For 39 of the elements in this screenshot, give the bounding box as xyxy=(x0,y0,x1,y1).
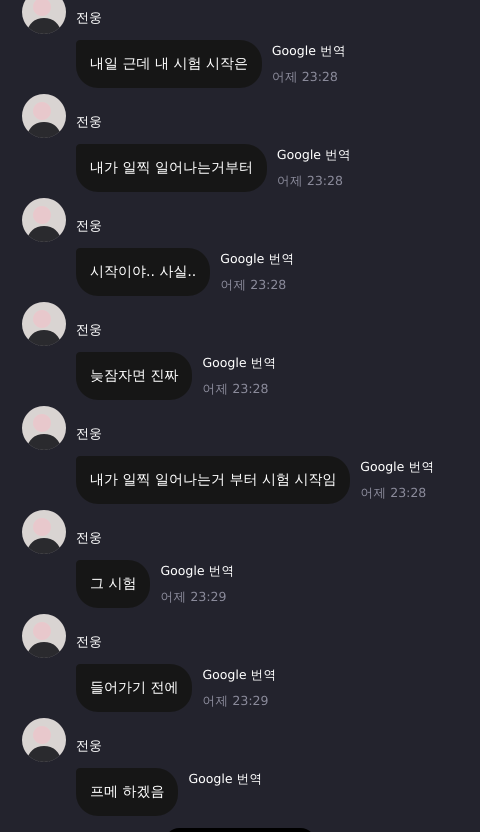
translate-link[interactable]: Google 번역 xyxy=(272,43,346,60)
message-time: 어제 23:28 xyxy=(276,173,344,190)
message-time: 어제 23:28 xyxy=(202,381,270,398)
sender-name: 전웅 xyxy=(76,530,102,547)
sender-name: 전웅 xyxy=(76,218,102,235)
message-bubble[interactable]: 내가 일찍 일어나는거부터 xyxy=(76,144,267,192)
translate-link[interactable]: Google 번역 xyxy=(220,251,294,268)
translate-link[interactable]: Google 번역 xyxy=(188,771,263,788)
message-bubble[interactable]: 들어가기 전에 xyxy=(76,664,192,712)
translate-link[interactable]: Google 번역 xyxy=(276,147,351,164)
message-time: 어제 23:28 xyxy=(360,485,428,502)
avatar[interactable] xyxy=(22,718,66,762)
message-bubble[interactable]: 프메 하겠음 xyxy=(76,768,178,816)
avatar[interactable] xyxy=(22,0,66,34)
message-bubble[interactable]: 시작이야.. 사실.. xyxy=(76,248,210,296)
avatar[interactable] xyxy=(22,406,66,450)
sender-name: 전웅 xyxy=(76,10,102,27)
avatar[interactable] xyxy=(22,614,66,658)
message-time: 어제 23:29 xyxy=(160,589,228,606)
sender-name: 전웅 xyxy=(76,738,102,755)
message-bubble[interactable]: 늦잠자면 진짜 xyxy=(76,352,192,400)
sender-name: 전웅 xyxy=(76,634,102,651)
avatar[interactable] xyxy=(22,198,66,242)
avatar[interactable] xyxy=(22,510,66,554)
message-time: 어제 23:28 xyxy=(220,277,288,294)
translate-link[interactable]: Google 번역 xyxy=(160,563,235,580)
translate-link[interactable]: Google 번역 xyxy=(202,355,277,372)
message-bubble[interactable]: 그 시험 xyxy=(76,560,150,608)
message-bubble[interactable]: 내일 근데 내 시험 시작은 xyxy=(76,40,262,88)
message-time: 어제 23:29 xyxy=(202,693,270,710)
sender-name: 전웅 xyxy=(76,322,102,339)
translate-link[interactable]: Google 번역 xyxy=(360,459,434,476)
message-bubble[interactable]: 내가 일찍 일어나는거 부터 시험 시작임 xyxy=(76,456,350,504)
avatar[interactable] xyxy=(22,94,66,138)
sender-name: 전웅 xyxy=(76,426,102,443)
avatar[interactable] xyxy=(22,302,66,346)
translate-link[interactable]: Google 번역 xyxy=(202,667,277,684)
message-time: 어제 23:28 xyxy=(272,69,339,86)
sender-name: 전웅 xyxy=(76,114,102,131)
